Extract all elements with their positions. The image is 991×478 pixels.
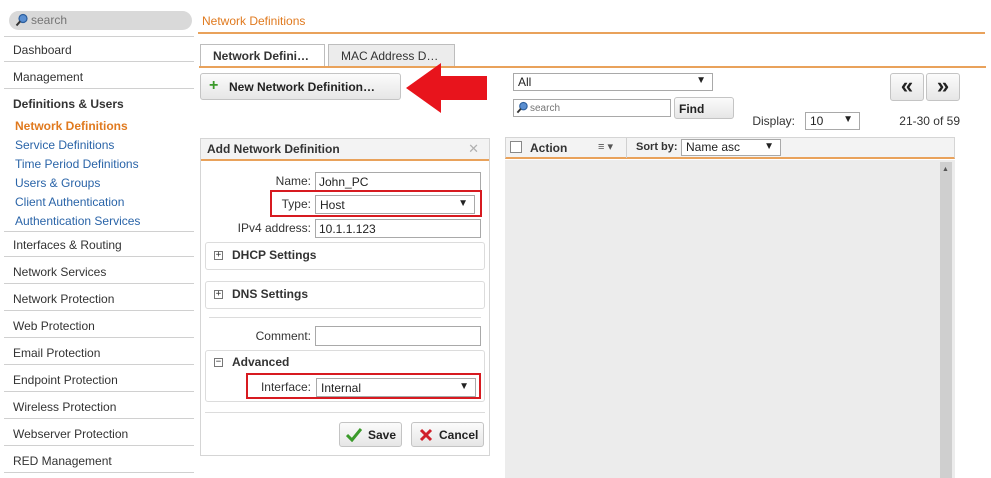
tab-divider: [199, 66, 986, 68]
sidebar-item-endpoint-protection[interactable]: Endpoint Protection: [4, 366, 194, 392]
expand-icon[interactable]: +: [214, 290, 223, 299]
sidebar-sub-users-groups[interactable]: Users & Groups: [15, 176, 100, 190]
sidebar-item-label: Email Protection: [13, 346, 101, 360]
dns-settings-title: DNS Settings: [232, 287, 309, 301]
sortby-select-value: Name asc: [686, 140, 741, 154]
dns-settings-section[interactable]: + DNS Settings: [205, 281, 485, 309]
cancel-x-icon: [419, 428, 433, 442]
search-icon: [15, 13, 28, 27]
comment-label: Comment:: [255, 329, 311, 343]
sidebar-item-email-protection[interactable]: Email Protection: [4, 339, 194, 365]
list-body: [505, 160, 955, 478]
divider: [209, 317, 481, 318]
action-label: Action: [530, 141, 568, 155]
name-field[interactable]: John_PC: [315, 172, 481, 191]
scrollbar[interactable]: ▲: [940, 162, 952, 478]
next-page-button[interactable]: »: [926, 73, 960, 101]
red-arrow-annotation: [406, 63, 487, 113]
display-select-value: 10: [810, 114, 824, 128]
scroll-up-icon[interactable]: ▲: [942, 166, 949, 173]
advanced-title: Advanced: [232, 355, 290, 369]
panel-header: Add Network Definition ✕: [201, 139, 489, 161]
select-all-checkbox[interactable]: [510, 141, 522, 153]
cancel-label: Cancel: [439, 428, 479, 442]
title-divider: [198, 32, 985, 34]
sidebar-item-label: Web Protection: [13, 319, 95, 333]
checkmark-icon: [346, 428, 362, 442]
sidebar-item-network-services[interactable]: Network Services: [4, 258, 194, 284]
name-label: Name:: [275, 174, 311, 188]
list-header: Action ≡ ▾ Sort by: Name asc ▼: [505, 137, 955, 159]
divider: [205, 412, 485, 413]
sidebar-sub-client-authentication[interactable]: Client Authentication: [15, 195, 124, 209]
sidebar-item-red-management[interactable]: RED Management: [4, 447, 194, 473]
comment-field[interactable]: [315, 326, 481, 346]
top-bar: Network Definitions: [0, 0, 991, 40]
chevron-down-icon: ▼: [696, 75, 706, 86]
sidebar-item-label: RED Management: [13, 454, 112, 468]
dhcp-settings-title: DHCP Settings: [232, 248, 317, 262]
chevron-down-icon: ▼: [764, 141, 774, 152]
sidebar-item-dashboard[interactable]: Dashboard: [4, 36, 194, 62]
add-network-definition-panel: Add Network Definition ✕ Name: John_PC T…: [200, 138, 490, 456]
ipv4-field[interactable]: 10.1.1.123: [315, 219, 481, 238]
sidebar-item-definitions-users[interactable]: Definitions & Users: [13, 97, 124, 111]
sidebar-item-management[interactable]: Management: [4, 63, 194, 89]
dhcp-settings-section[interactable]: + DHCP Settings: [205, 242, 485, 270]
sidebar-sub-service-definitions[interactable]: Service Definitions: [15, 138, 114, 152]
new-button-label: New Network Definition…: [229, 80, 376, 94]
sortby-select[interactable]: Name asc ▼: [681, 139, 781, 156]
type-highlight-box: [270, 190, 482, 217]
display-select[interactable]: 10 ▼: [805, 112, 860, 130]
sidebar-item-label: Network Protection: [13, 292, 115, 306]
cancel-button[interactable]: Cancel: [411, 422, 484, 447]
sidebar-item-label: Endpoint Protection: [13, 373, 118, 387]
expand-icon[interactable]: +: [214, 251, 223, 260]
list-options-icon[interactable]: ≡ ▾: [598, 140, 613, 153]
global-search[interactable]: [9, 11, 192, 30]
sortby-label: Sort by:: [636, 141, 678, 153]
ipv4-label: IPv4 address:: [237, 221, 311, 235]
display-label: Display:: [752, 114, 795, 128]
sidebar-item-webserver-protection[interactable]: Webserver Protection: [4, 420, 194, 446]
sidebar-item-label: Webserver Protection: [13, 427, 129, 441]
list-search-input[interactable]: [530, 101, 668, 115]
plus-icon: +: [209, 77, 219, 94]
sidebar-item-label: Interfaces & Routing: [13, 238, 122, 252]
interface-highlight-box: [246, 373, 481, 399]
chevron-down-icon: ▼: [843, 114, 853, 125]
collapse-icon[interactable]: −: [214, 358, 223, 367]
filter-select-value: All: [518, 75, 532, 89]
sidebar-item-web-protection[interactable]: Web Protection: [4, 312, 194, 338]
close-icon[interactable]: ✕: [468, 141, 479, 157]
filter-select[interactable]: All ▼: [513, 73, 713, 91]
panel-title: Add Network Definition: [207, 142, 340, 156]
sidebar-item-interfaces-routing[interactable]: Interfaces & Routing: [4, 231, 194, 257]
search-input[interactable]: [31, 12, 181, 28]
search-icon: [516, 101, 528, 114]
sidebar-item-network-protection[interactable]: Network Protection: [4, 285, 194, 311]
find-button[interactable]: Find: [674, 97, 734, 119]
tab-network-definitions[interactable]: Network Defini…: [200, 44, 325, 67]
save-button[interactable]: Save: [339, 422, 402, 447]
sidebar-item-label: Network Services: [13, 265, 107, 279]
page-title: Network Definitions: [202, 14, 306, 28]
sidebar-sub-time-period-definitions[interactable]: Time Period Definitions: [15, 157, 139, 171]
sidebar-sub-authentication-services[interactable]: Authentication Services: [15, 214, 140, 228]
new-network-definition-button[interactable]: + New Network Definition…: [200, 73, 401, 100]
sidebar-top-rule: [4, 36, 194, 37]
divider: [626, 138, 627, 158]
sidebar-item-label: Wireless Protection: [13, 400, 117, 414]
prev-page-button[interactable]: «: [890, 73, 924, 101]
sidebar-item-label: Dashboard: [13, 43, 72, 57]
save-label: Save: [368, 428, 397, 442]
list-search-field[interactable]: [513, 99, 671, 117]
sidebar-item-wireless-protection[interactable]: Wireless Protection: [4, 393, 194, 419]
pagination-range: 21-30 of 59: [899, 114, 960, 128]
sidebar-item-label: Management: [13, 70, 84, 84]
sidebar-sub-network-definitions[interactable]: Network Definitions: [15, 119, 128, 133]
